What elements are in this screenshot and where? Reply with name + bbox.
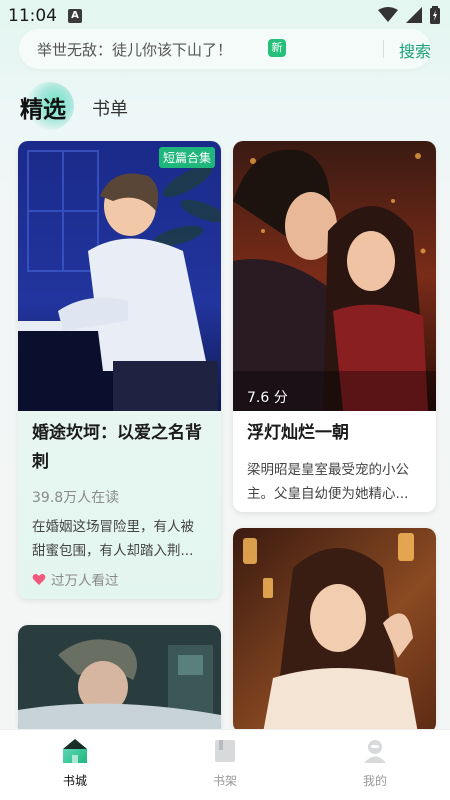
new-badge: 新 <box>268 39 286 57</box>
nav-label: 我的 <box>362 774 387 788</box>
book-cover-image: 短篇合集 <box>18 141 221 411</box>
book-readers: 39.8万人在读 <box>32 490 120 506</box>
book-views: 过万人看过 <box>51 573 119 589</box>
book-card[interactable]: 短篇合集 婚途坎坷：以爱之名背刺 39.8万人在读 在婚姻这场冒险里，有人被甜蜜… <box>18 141 221 599</box>
book-title: 浮灯灿烂一朝 <box>247 423 349 443</box>
book-card[interactable] <box>233 528 436 733</box>
book-cover-image <box>233 528 436 733</box>
bookshelf-icon <box>215 740 235 762</box>
book-description: 在婚姻这场冒险里，有人被甜蜜包围，有人却踏入荆... <box>32 519 194 559</box>
nav-bookstore[interactable]: 书城 <box>45 738 105 789</box>
signal-icon <box>406 7 422 23</box>
battery-icon <box>430 6 440 24</box>
nav-profile[interactable]: 我的 <box>345 738 405 789</box>
short-collection-tag: 短篇合集 <box>158 147 215 168</box>
search-bar[interactable]: 举世无敌：徒儿你该下山了！ 新 搜索 <box>19 29 431 69</box>
book-card[interactable] <box>18 625 221 735</box>
nav-bookshelf[interactable]: 书架 <box>195 738 255 789</box>
search-divider <box>383 40 384 58</box>
book-title: 婚途坎坷：以爱之名背刺 <box>32 423 202 472</box>
book-meta: 过万人看过 <box>32 569 207 589</box>
heart-icon <box>32 573 46 585</box>
nav-label: 书架 <box>212 774 237 788</box>
nav-label: 书城 <box>62 774 87 788</box>
bottom-nav: 书城 书架 我的 <box>0 729 450 800</box>
book-rating: 7.6 分 <box>247 390 288 406</box>
search-button[interactable]: 搜索 <box>399 38 431 62</box>
book-cover-image <box>18 625 221 735</box>
profile-icon <box>364 740 386 763</box>
notification-icon: A <box>68 9 82 23</box>
book-card[interactable]: 7.6 分 浮灯灿烂一朝 梁明昭是皇室最受宠的小公主。父皇自幼便为她精心... <box>233 141 436 512</box>
tab-featured[interactable]: 精选 <box>20 90 66 124</box>
home-icon <box>63 739 87 763</box>
wifi-icon <box>378 7 398 22</box>
tab-booklist[interactable]: 书单 <box>92 95 128 121</box>
search-input[interactable]: 举世无敌：徒儿你该下山了！ <box>37 39 232 60</box>
status-time: 11:04 <box>8 6 57 26</box>
book-description: 梁明昭是皇室最受宠的小公主。父皇自幼便为她精心... <box>247 462 409 502</box>
book-cover-image: 7.6 分 <box>233 141 436 411</box>
status-bar: 11:04 A <box>0 0 450 32</box>
